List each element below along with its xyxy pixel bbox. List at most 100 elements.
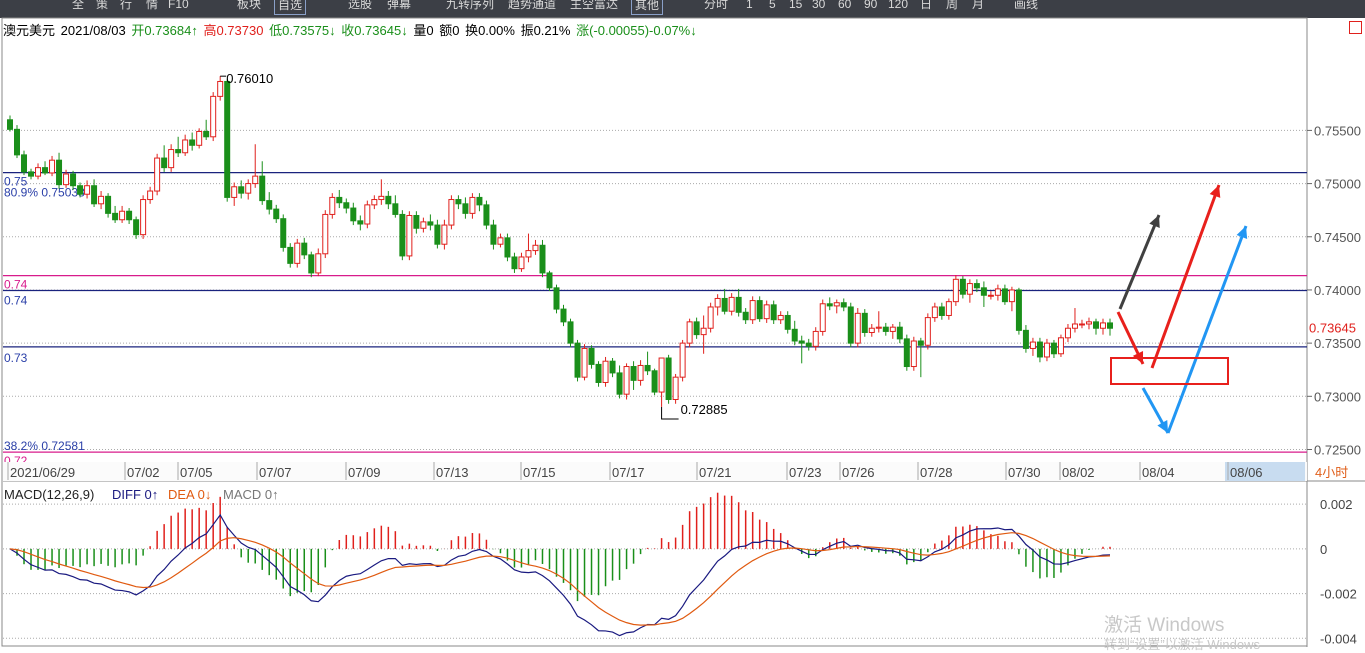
candle-body	[567, 321, 574, 344]
arrow-red-up	[1150, 184, 1221, 369]
candle-body	[714, 297, 721, 308]
kline-chart[interactable]: 0.755000.750000.745000.740000.735000.730…	[0, 0, 1365, 647]
level-label: 0.73	[4, 351, 28, 365]
candle-body	[553, 287, 560, 310]
candle-body	[483, 204, 490, 226]
candle-body	[364, 204, 371, 225]
candle-body	[735, 296, 742, 313]
candle-body	[966, 283, 973, 295]
candle-body	[189, 139, 196, 146]
candle-body	[686, 321, 693, 344]
candle-body	[469, 196, 476, 214]
candle-body	[238, 186, 245, 194]
candle-body	[315, 253, 322, 274]
candle-body	[994, 288, 1001, 296]
macd-tick-label: -0.004	[1320, 631, 1357, 646]
x-tick-label: 07/13	[436, 465, 469, 480]
low-label: 0.72885	[681, 402, 728, 417]
candle-body	[546, 272, 553, 289]
candle-body	[476, 196, 483, 206]
candle-body	[896, 326, 903, 340]
candle-body	[49, 159, 56, 174]
candle-body	[770, 304, 777, 321]
candle-body	[511, 256, 518, 270]
candle-body	[371, 199, 378, 206]
y-tick-label: 0.72500	[1314, 442, 1361, 457]
x-tick-label: 07/15	[523, 465, 556, 480]
candle-body	[168, 149, 175, 169]
candle-body	[980, 287, 987, 296]
x-tick-label: 07/30	[1008, 465, 1041, 480]
candle-body	[1085, 321, 1092, 325]
candle-body	[630, 366, 637, 381]
candle-body	[378, 195, 385, 201]
candle-body	[651, 370, 658, 393]
candle-body	[1015, 289, 1022, 331]
candle-body	[875, 326, 882, 329]
candle-body	[42, 167, 49, 174]
candle-body	[938, 306, 945, 316]
x-tick-label: 07/17	[612, 465, 645, 480]
candle-body	[98, 195, 105, 205]
candle-body	[658, 357, 665, 393]
candle-body	[833, 302, 840, 307]
diff-label: DIFF 0↑	[112, 487, 158, 502]
candle-body	[1043, 342, 1050, 358]
x-tick-label: 07/28	[920, 465, 953, 480]
candle-body	[1008, 289, 1015, 303]
x-tick-label: 08/04	[1142, 465, 1175, 480]
candle-body	[210, 95, 217, 138]
candle-body	[931, 306, 938, 319]
dea-line	[9, 532, 1111, 626]
candle-body	[742, 311, 749, 321]
candle-body	[175, 149, 182, 154]
x-tick-label: 07/21	[699, 465, 732, 480]
candle-body	[140, 199, 147, 236]
candle-body	[525, 250, 532, 258]
candle-body	[399, 213, 406, 257]
candle-body	[1099, 322, 1106, 329]
candle-body	[252, 175, 259, 185]
candle-body	[490, 224, 497, 245]
candle-body	[63, 173, 70, 186]
candle-body	[609, 360, 616, 374]
macd-tick-label: 0.002	[1320, 497, 1353, 512]
candle-body	[595, 363, 602, 383]
candle-body	[637, 364, 644, 381]
macd-title: MACD(12,26,9)	[4, 487, 94, 502]
windows-activation-watermark: 激活 Windows	[1104, 615, 1225, 636]
arrow-blue-up	[1166, 225, 1248, 434]
candle-body	[434, 224, 441, 245]
candle-body	[273, 208, 280, 220]
candle-body	[973, 283, 980, 289]
candle-body	[728, 296, 735, 312]
candle-body	[1107, 322, 1113, 329]
candle-body	[182, 139, 189, 154]
candle-body	[14, 128, 21, 156]
candle-body	[889, 326, 896, 332]
candle-body	[644, 364, 651, 372]
arrow-gray-up	[1118, 214, 1161, 310]
candle-body	[532, 244, 539, 252]
candle-body	[623, 366, 630, 395]
candle-body	[924, 317, 931, 346]
candle-body	[308, 254, 315, 274]
candle-body	[1050, 342, 1057, 355]
candle-body	[133, 219, 140, 236]
candle-body	[854, 312, 861, 344]
candle-body	[231, 186, 238, 198]
candle-body	[280, 218, 287, 248]
candle-body	[581, 347, 588, 378]
candle-body	[7, 119, 13, 130]
x-tick-label: 08/06	[1230, 465, 1263, 480]
candle-body	[945, 301, 952, 316]
candle-body	[1057, 337, 1064, 355]
candle-body	[126, 210, 133, 221]
y-tick-label: 0.74000	[1314, 283, 1361, 298]
candle-body	[420, 221, 427, 229]
candle-body	[518, 256, 525, 270]
candle-body	[602, 360, 609, 383]
candle-body	[903, 338, 910, 368]
x-tick-label: 08/02	[1062, 465, 1095, 480]
candle-body	[455, 199, 462, 205]
